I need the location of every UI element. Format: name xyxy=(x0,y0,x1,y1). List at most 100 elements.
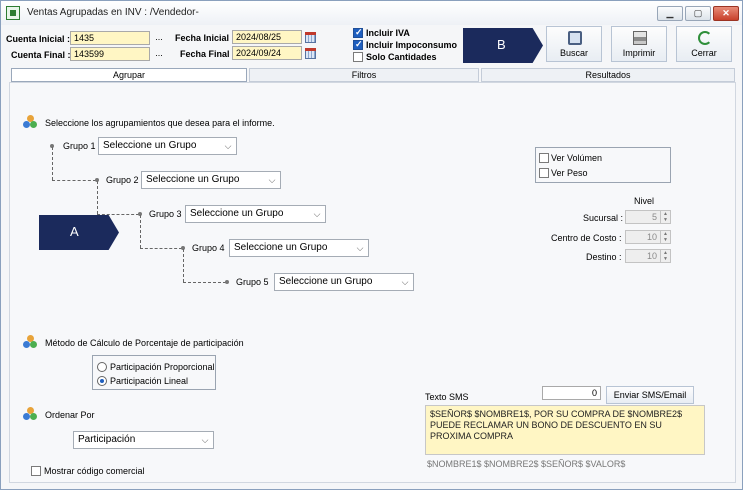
participacion-proporcional-radio[interactable] xyxy=(97,362,107,372)
cerrar-button[interactable]: Cerrar xyxy=(676,26,732,62)
grupo-4-label: Grupo 4 xyxy=(192,243,225,253)
mostrar-codigo-checkbox[interactable] xyxy=(31,466,41,476)
grupo-4-select[interactable]: Seleccione un Grupo ⌵ xyxy=(229,239,369,257)
tree-connector xyxy=(183,282,226,283)
sms-count-input[interactable]: 0 xyxy=(542,386,601,400)
tree-connector xyxy=(97,214,139,215)
maximize-button[interactable]: ▢ xyxy=(685,6,711,21)
tab-agrupar[interactable]: Agrupar xyxy=(11,68,247,82)
app-icon xyxy=(6,6,20,20)
destino-label: Destino : xyxy=(586,252,622,262)
tree-connector xyxy=(97,181,98,214)
fecha-final-label: Fecha Final : xyxy=(180,49,236,59)
annotation-b-badge: B xyxy=(463,28,543,63)
nivel-label: Nivel xyxy=(634,196,655,206)
grupo-1-label: Grupo 1 xyxy=(63,141,96,151)
mostrar-codigo-label: Mostrar código comercial xyxy=(44,466,145,476)
annotation-a-label: A xyxy=(70,224,79,239)
incluir-impoconsumo-checkbox[interactable] xyxy=(353,39,363,50)
cerrar-button-label: Cerrar xyxy=(691,48,717,58)
grupo-1-select[interactable]: Seleccione un Grupo ⌵ xyxy=(98,137,237,155)
tab-filtros[interactable]: Filtros xyxy=(249,68,479,82)
agrupar-heading: Seleccione los agrupamientos que desea p… xyxy=(45,118,275,128)
cuenta-final-input[interactable]: 143599 xyxy=(70,47,150,61)
undo-arrow-icon xyxy=(698,31,712,45)
centro-costo-value: 10 xyxy=(646,232,657,242)
tree-node xyxy=(225,280,229,284)
grupo-2-value: Seleccione un Grupo xyxy=(146,174,240,185)
chevron-down-icon: ⌵ xyxy=(356,243,364,253)
annotation-b-label: B xyxy=(497,37,506,52)
grupo-3-value: Seleccione un Grupo xyxy=(190,208,284,219)
ver-peso-label: Ver Peso xyxy=(551,168,588,178)
search-icon xyxy=(568,31,582,45)
texto-sms-label: Texto SMS xyxy=(425,392,469,402)
title-bar: Ventas Agrupadas en INV : /Vendedor- ▁ ▢… xyxy=(1,1,742,25)
cuenta-final-browse-button[interactable]: ... xyxy=(153,49,165,61)
imprimir-button-label: Imprimir xyxy=(622,48,656,58)
sms-tokens: $NOMBRE1$ $NOMBRE2$ $SEÑOR$ $VALOR$ xyxy=(427,459,626,469)
fecha-inicial-input[interactable]: 2024/08/25 xyxy=(232,30,302,44)
participacion-proporcional-label: Participación Proporcional xyxy=(110,362,215,372)
destino-spinner[interactable]: 10 ▲ ▼ xyxy=(625,249,671,263)
centro-costo-spinner[interactable]: 10 ▲ ▼ xyxy=(625,230,671,244)
cuenta-inicial-browse-button[interactable]: ... xyxy=(153,33,165,45)
solo-cantidades-checkbox[interactable] xyxy=(353,52,363,62)
tab-resultados[interactable]: Resultados xyxy=(481,68,735,82)
incluir-iva-label: Incluir IVA xyxy=(366,28,410,38)
grouping-icon xyxy=(23,407,37,421)
grouping-icon xyxy=(23,335,37,349)
metodo-heading: Método de Cálculo de Porcentaje de parti… xyxy=(45,338,244,348)
chevron-down-icon: ⌵ xyxy=(313,209,321,219)
spinner-arrows-icon: ▲ ▼ xyxy=(660,231,670,243)
tree-connector xyxy=(183,249,184,282)
buscar-button-label: Buscar xyxy=(559,48,588,58)
grupo-3-select[interactable]: Seleccione un Grupo ⌵ xyxy=(185,205,326,223)
minimize-button[interactable]: ▁ xyxy=(657,6,683,21)
grupo-5-value: Seleccione un Grupo xyxy=(279,276,373,287)
participacion-lineal-label: Participación Lineal xyxy=(110,376,189,386)
calendar-icon[interactable] xyxy=(305,32,316,43)
grupo-1-value: Seleccione un Grupo xyxy=(103,140,197,151)
sucursal-value: 5 xyxy=(651,212,657,222)
printer-icon xyxy=(633,31,647,45)
grupo-4-value: Seleccione un Grupo xyxy=(234,242,328,253)
ordenar-select[interactable]: Participación ⌵ xyxy=(73,431,214,449)
imprimir-button[interactable]: Imprimir xyxy=(611,26,667,62)
grupo-5-label: Grupo 5 xyxy=(236,277,269,287)
fecha-final-input[interactable]: 2024/09/24 xyxy=(232,46,302,60)
sms-text-area[interactable]: $SEÑOR$ $NOMBRE1$, POR SU COMPRA DE $NOM… xyxy=(425,405,705,455)
grupo-5-select[interactable]: Seleccione un Grupo ⌵ xyxy=(274,273,414,291)
annotation-a-badge: A xyxy=(39,215,119,250)
grouping-icon xyxy=(23,115,37,129)
fecha-inicial-label: Fecha Inicial : xyxy=(175,33,235,43)
enviar-sms-button-label: Enviar SMS/Email xyxy=(613,390,687,400)
close-window-button[interactable]: ✕ xyxy=(713,6,739,21)
window-title: Ventas Agrupadas en INV : /Vendedor- xyxy=(27,7,199,18)
incluir-iva-checkbox[interactable] xyxy=(353,27,363,38)
sucursal-spinner[interactable]: 5 ▲ ▼ xyxy=(625,210,671,224)
grupo-2-label: Grupo 2 xyxy=(106,175,139,185)
ordenar-value: Participación xyxy=(78,434,136,445)
chevron-down-icon: ⌵ xyxy=(401,277,409,287)
participacion-lineal-radio[interactable] xyxy=(97,376,107,386)
grupo-2-select[interactable]: Seleccione un Grupo ⌵ xyxy=(141,171,281,189)
chevron-down-icon: ⌵ xyxy=(224,141,232,151)
enviar-sms-button[interactable]: Enviar SMS/Email xyxy=(606,386,694,404)
tree-connector xyxy=(140,215,141,248)
tree-connector xyxy=(52,147,53,180)
ordenar-label: Ordenar Por xyxy=(45,410,95,420)
tree-connector xyxy=(140,248,182,249)
ver-peso-checkbox[interactable] xyxy=(539,168,549,178)
spinner-arrows-icon: ▲ ▼ xyxy=(660,250,670,262)
cuenta-inicial-label: Cuenta Inicial : xyxy=(6,34,71,44)
chevron-down-icon: ⌵ xyxy=(268,175,276,185)
ver-volumen-checkbox[interactable] xyxy=(539,153,549,163)
chevron-down-icon: ⌵ xyxy=(201,435,209,445)
grupo-3-label: Grupo 3 xyxy=(149,209,182,219)
cuenta-inicial-input[interactable]: 1435 xyxy=(70,31,150,45)
ver-volumen-label: Ver Volúmen xyxy=(551,153,603,163)
centro-costo-label: Centro de Costo : xyxy=(551,233,622,243)
calendar-icon[interactable] xyxy=(305,48,316,59)
buscar-button[interactable]: Buscar xyxy=(546,26,602,62)
